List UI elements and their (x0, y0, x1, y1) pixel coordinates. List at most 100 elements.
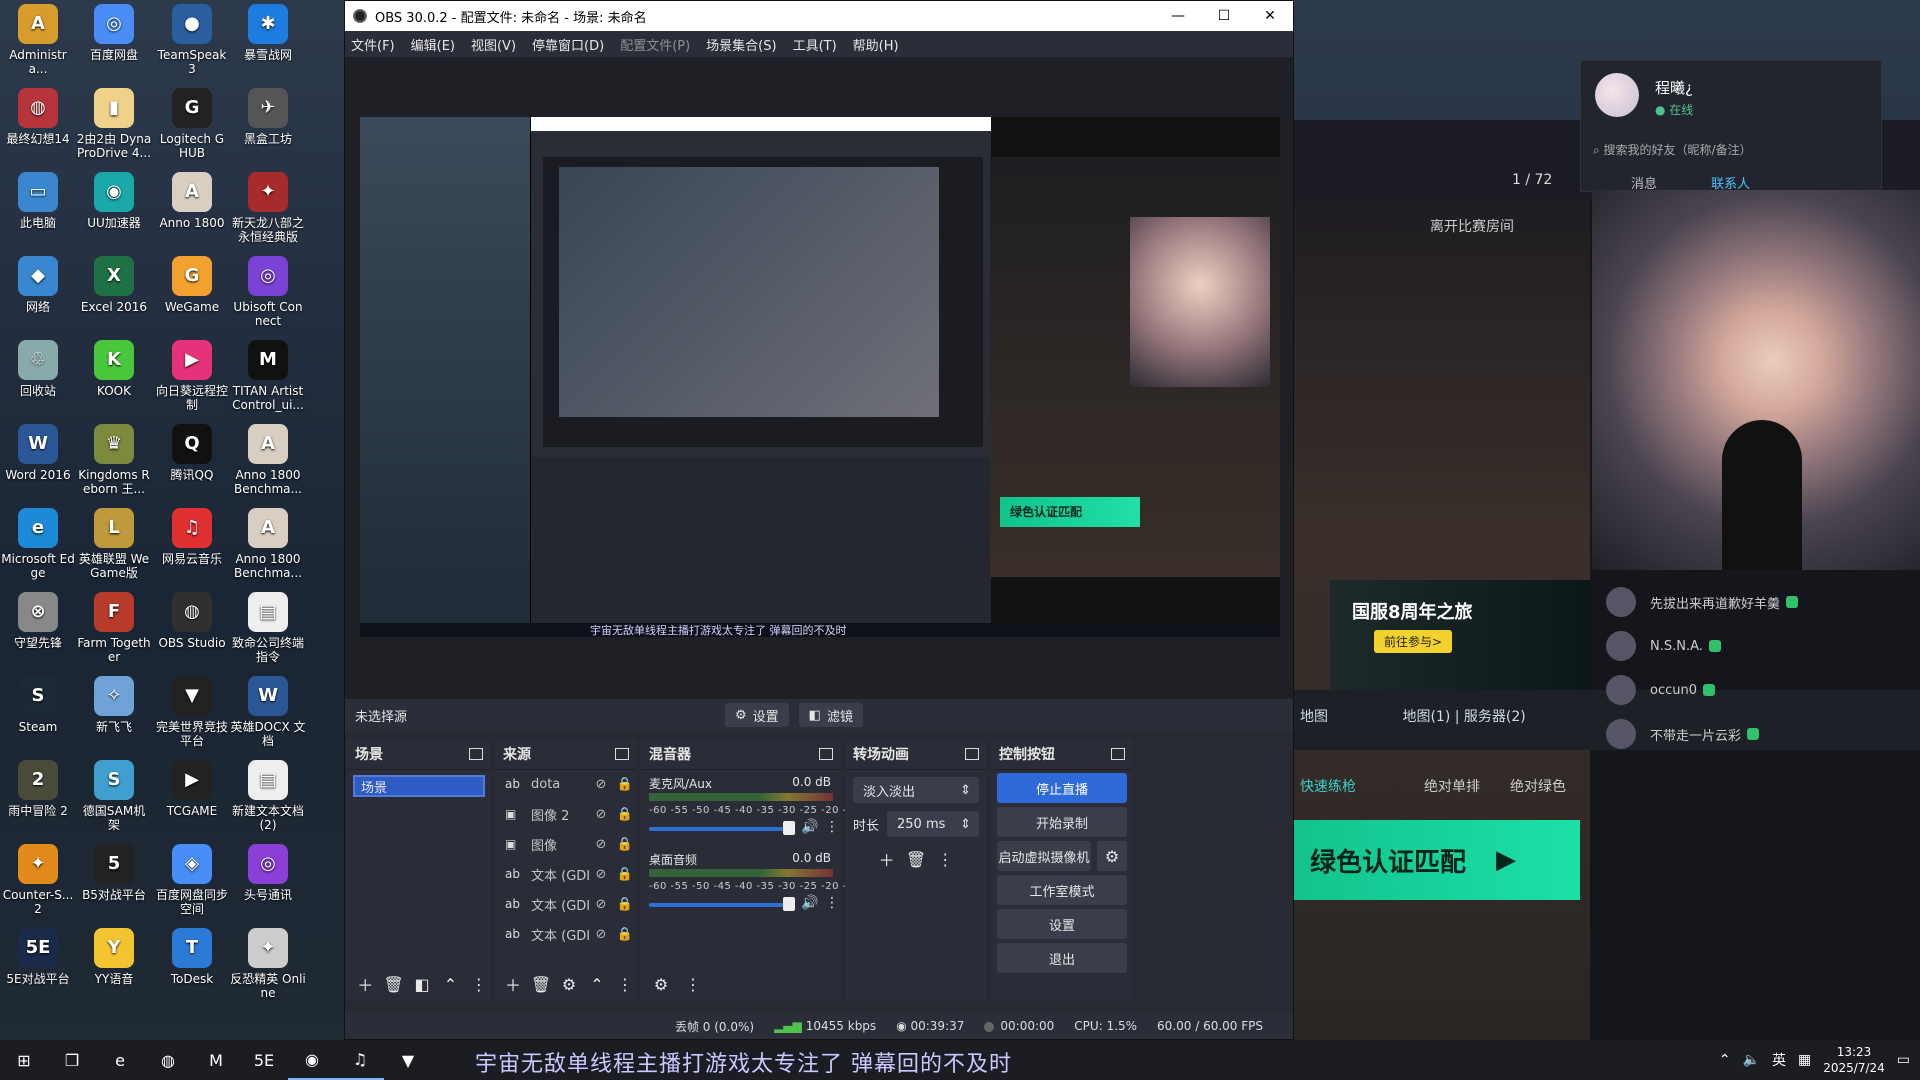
remove-transition-button[interactable]: 🗑 (904, 847, 927, 871)
friend-status[interactable]: ● 在线 (1655, 101, 1693, 118)
steam-icon[interactable]: ◍ (144, 1040, 192, 1080)
volume-icon[interactable]: 🔈 (1743, 1052, 1760, 1068)
desktop-icon[interactable]: ◎ Ubisoft Connect (230, 252, 306, 328)
absolute-green-checkbox[interactable]: 绝对绿色 (1510, 776, 1566, 796)
source-settings-button[interactable]: ⚙ 设置 (725, 703, 789, 727)
desktop-icon[interactable]: ▭ 此电脑 (0, 168, 76, 230)
preview-area[interactable]: 绿色认证匹配 宇宙无敌单线程主播打游戏太专注了 弹幕回的不及时 (345, 57, 1293, 699)
transition-select[interactable]: 淡入淡出 ⇕ (853, 777, 979, 803)
desktop-icon[interactable]: ◉ UU加速器 (76, 168, 152, 230)
notification-icon[interactable]: ▭ (1897, 1052, 1910, 1068)
desktop-icon[interactable]: G WeGame (154, 252, 230, 314)
undock-icon[interactable] (965, 748, 979, 760)
chat-item[interactable]: N.S.N.A. (1592, 624, 1892, 668)
desktop-icon[interactable]: K KOOK (76, 336, 152, 398)
more-options-icon[interactable]: ⋮ (825, 895, 839, 911)
source-row[interactable]: ▣ 图像 2 ⊘ 🔒 (495, 799, 637, 829)
lock-icon[interactable]: 🔒 (613, 837, 637, 852)
desktop-icon[interactable]: X Excel 2016 (76, 252, 152, 314)
scene-filter-icon[interactable]: ◧ (410, 972, 434, 996)
source-row[interactable]: ab 文本 (GDI+⊘🔒 (495, 859, 637, 889)
visibility-icon[interactable]: ⊘ (589, 927, 613, 942)
settings-button[interactable]: 设置 (997, 909, 1127, 939)
desktop-icon[interactable]: A Administra... (0, 0, 76, 76)
desktop-icon[interactable]: A Anno 1800 Benchma... (230, 420, 306, 496)
volume-slider-handle[interactable] (783, 821, 795, 835)
desktop-icon[interactable]: ● TeamSpeak 3 (154, 0, 230, 76)
desktop-icon[interactable]: ✱ 暴雪战网 (230, 0, 306, 62)
desktop-icon[interactable]: Y YY语音 (76, 924, 152, 986)
undock-icon[interactable] (819, 748, 833, 760)
desktop-icon[interactable]: A Anno 1800 Benchma... (230, 504, 306, 580)
green-match-button[interactable]: 绿色认证匹配 ▶ (1290, 820, 1580, 900)
menu-scene-collection[interactable]: 场景集合(S) (706, 35, 776, 54)
5e-icon[interactable]: 5E (240, 1040, 288, 1080)
source-properties-button[interactable]: ⚙ (557, 972, 581, 996)
start-recording-button[interactable]: 开始录制 (997, 807, 1127, 837)
desktop-icon[interactable]: ✦ 新天龙八部之 永恒经典版 (230, 168, 306, 244)
lock-icon[interactable]: 🔒 (613, 777, 637, 792)
chat-item[interactable]: occun0 (1592, 668, 1892, 712)
desktop-icon[interactable]: W 英雄DOCX 文档 (230, 672, 306, 748)
more-options-icon[interactable]: ⋮ (467, 972, 491, 996)
undock-icon[interactable] (1111, 748, 1125, 760)
desktop-icon[interactable]: ◎ 百度网盘 (76, 0, 152, 62)
desktop-icon[interactable]: 5E 5E对战平台 (0, 924, 76, 986)
desktop-icon[interactable]: ⊗ 守望先锋 (0, 588, 76, 650)
menu-view[interactable]: 视图(V) (471, 35, 516, 54)
chat-item[interactable]: 不带走一片云彩 (1592, 712, 1892, 756)
more-options-icon[interactable]: ⋮ (613, 972, 637, 996)
map-server-select[interactable]: 地图(1) | 服务器(2) (1402, 709, 1525, 725)
volume-slider-handle[interactable] (783, 897, 795, 911)
close-button[interactable]: ✕ (1247, 8, 1293, 24)
mixer-settings-button[interactable]: ⚙ (647, 972, 675, 996)
program-preview[interactable]: 绿色认证匹配 宇宙无敌单线程主播打游戏太专注了 弹幕回的不及时 (360, 117, 1280, 637)
visibility-icon[interactable]: ⊘ (589, 867, 613, 882)
desktop-icon[interactable]: ▮ 2由2由 Dyna ProDrive 4... (76, 84, 152, 160)
input-language[interactable]: 英 (1772, 1050, 1786, 1070)
desktop-icon[interactable]: W Word 2016 (0, 420, 76, 482)
scene-item[interactable]: 场景 (353, 775, 485, 797)
remove-source-button[interactable]: 🗑 (529, 972, 553, 996)
speaker-icon[interactable]: 🔊 (801, 895, 818, 911)
desktop-icon[interactable]: ▶ TCGAME (154, 756, 230, 818)
desktop-icon[interactable]: 5 B5对战平台 (76, 840, 152, 902)
menu-file[interactable]: 文件(F) (351, 35, 395, 54)
source-filters-button[interactable]: ◧ 滤镜 (798, 703, 863, 727)
source-row[interactable]: ▣ 图像 ⊘ 🔒 (495, 829, 637, 859)
friend-avatar[interactable] (1595, 73, 1639, 117)
chevron-up-icon[interactable]: ⌃ (1719, 1052, 1731, 1068)
volume-slider[interactable] (649, 827, 789, 831)
add-transition-button[interactable]: ＋ (875, 847, 898, 871)
source-row[interactable]: ab 文本 (GDI+⊘🔒 (495, 889, 637, 919)
netease-music-icon[interactable]: ♫ (336, 1040, 384, 1080)
source-row[interactable]: ab 文本 (GDI+⊘🔒 (495, 919, 637, 949)
desktop-icon[interactable]: e Microsoft Edge (0, 504, 76, 580)
visibility-icon[interactable]: ⊘ (589, 897, 613, 912)
move-up-button[interactable]: ⌃ (438, 972, 462, 996)
studio-mode-button[interactable]: 工作室模式 (997, 875, 1127, 905)
add-source-button[interactable]: ＋ (501, 972, 525, 996)
desktop-icon[interactable]: Q 腾讯QQ (154, 420, 230, 482)
desktop-icon[interactable]: G Logitech G HUB (154, 84, 230, 160)
visibility-icon[interactable]: ⊘ (589, 837, 613, 852)
task-view-icon[interactable]: ❐ (48, 1040, 96, 1080)
desktop-icon[interactable]: ♫ 网易云音乐 (154, 504, 230, 566)
menu-profile[interactable]: 配置文件(P) (620, 35, 690, 54)
undock-icon[interactable] (469, 748, 483, 760)
desktop-icon[interactable]: S Steam (0, 672, 76, 734)
desktop-icon[interactable]: ✈ 黑盒工坊 (230, 84, 306, 146)
visibility-icon[interactable]: ⊘ (589, 807, 613, 822)
visibility-icon[interactable]: ⊘ (589, 777, 613, 792)
menu-edit[interactable]: 编辑(E) (411, 35, 455, 54)
more-options-icon[interactable]: ⋮ (825, 819, 839, 835)
desktop-icon[interactable]: A Anno 1800 (154, 168, 230, 230)
lock-icon[interactable]: 🔒 (613, 807, 637, 822)
desktop-icon[interactable]: ◎ 头号通讯 (230, 840, 306, 902)
edge-icon[interactable]: e (96, 1040, 144, 1080)
obs-titlebar[interactable]: OBS 30.0.2 - 配置文件: 未命名 - 场景: 未命名 — ☐ ✕ (345, 1, 1293, 31)
desktop-icon[interactable]: ◍ OBS Studio (154, 588, 230, 650)
minimize-button[interactable]: — (1155, 8, 1201, 24)
desktop-icon[interactable]: ◍ 最终幻想14 (0, 84, 76, 146)
remove-scene-button[interactable]: 🗑 (381, 972, 405, 996)
